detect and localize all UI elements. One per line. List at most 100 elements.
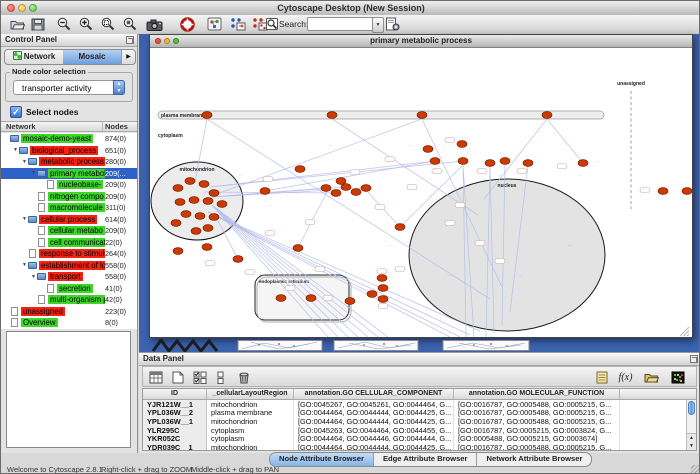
- new-attribute-icon[interactable]: [169, 369, 186, 385]
- float-panel-icon[interactable]: [126, 36, 134, 44]
- network-node[interactable]: [378, 296, 388, 303]
- network-node[interactable]: [185, 178, 195, 185]
- network-node[interactable]: [336, 178, 346, 185]
- network-node[interactable]: [276, 295, 286, 302]
- more-tabs-arrow-icon[interactable]: ▶: [121, 50, 135, 64]
- help-icon[interactable]: [178, 16, 196, 32]
- column-header[interactable]: ID: [143, 389, 207, 399]
- open-icon[interactable]: [8, 16, 26, 32]
- network-node[interactable]: [209, 214, 219, 221]
- network-node[interactable]: [500, 158, 510, 165]
- network-view-window[interactable]: primary metabolic process plasma membran…: [149, 34, 693, 338]
- select-attributes-icon[interactable]: [191, 369, 208, 385]
- tree-column-network[interactable]: Network: [1, 122, 102, 131]
- matrix-view-icon[interactable]: [669, 369, 686, 385]
- tree-row[interactable]: multi-organism pro42(0): [1, 294, 137, 306]
- zoom-out-icon[interactable]: [55, 16, 73, 32]
- table-row[interactable]: YDR039C__1mitochondrion[GO:0044464, GO:0…: [143, 443, 696, 451]
- unselect-attributes-icon[interactable]: [213, 369, 230, 385]
- network-node[interactable]: [233, 256, 243, 263]
- network-node[interactable]: [181, 211, 191, 218]
- network-node[interactable]: [345, 298, 355, 305]
- tree-expand-icon[interactable]: ▼: [21, 216, 28, 222]
- attribute-wizard-icon[interactable]: [383, 16, 401, 32]
- tree-expand-icon[interactable]: ▼: [30, 170, 37, 176]
- scrollbar-thumb[interactable]: [688, 401, 695, 415]
- network-node[interactable]: [306, 295, 316, 302]
- network-canvas[interactable]: plasma membranecytoplasmnucleusmitochond…: [150, 47, 692, 337]
- float-panel-icon[interactable]: [690, 355, 698, 363]
- color-attribute-select[interactable]: transporter activity ▲▼: [13, 80, 125, 95]
- tree-row[interactable]: nitrogen compo209(0): [1, 191, 137, 203]
- network-node[interactable]: [457, 141, 467, 148]
- table-row[interactable]: YPL036W__1mitochondrion[GO:0044464, GO:0…: [143, 417, 696, 426]
- tree-expand-icon[interactable]: ▼: [21, 159, 28, 165]
- network-node[interactable]: [523, 160, 533, 167]
- network-node[interactable]: [175, 199, 185, 206]
- network-node[interactable]: [203, 225, 213, 232]
- tab-network[interactable]: Network: [5, 50, 63, 64]
- tree-expand-icon[interactable]: ▼: [21, 262, 28, 268]
- tree-row[interactable]: ▼cellular process614(0): [1, 214, 137, 226]
- table-row[interactable]: YKR052Ccytoplasm[GO:0044464, GO:0044446,…: [143, 434, 696, 443]
- network-node[interactable]: [295, 166, 305, 173]
- zoom-in-icon[interactable]: [77, 16, 95, 32]
- network-node[interactable]: [260, 188, 270, 195]
- network-node[interactable]: [377, 275, 387, 282]
- network-node[interactable]: [417, 112, 427, 119]
- tree-row[interactable]: ▼metabolic process280(0): [1, 156, 137, 168]
- table-row[interactable]: YLR295Ccytoplasm[GO:0045263, GO:0044464,…: [143, 426, 696, 435]
- tree-expand-icon[interactable]: ▼: [30, 274, 37, 280]
- tree-row[interactable]: mosaic-demo-yeast874(0): [1, 133, 137, 145]
- tree-row[interactable]: ▼establishment of lo558(0): [1, 260, 137, 272]
- network-node[interactable]: [485, 160, 495, 167]
- network-node[interactable]: [191, 228, 201, 235]
- tree-row[interactable]: unassigned223(0): [1, 306, 137, 318]
- network-node[interactable]: [578, 160, 588, 167]
- notes-icon[interactable]: [593, 369, 610, 385]
- network-node[interactable]: [173, 248, 183, 255]
- column-header[interactable]: _cellularLayoutRegion: [207, 389, 294, 399]
- attribute-table-icon[interactable]: [147, 369, 164, 385]
- network-node[interactable]: [341, 184, 351, 191]
- tree-row[interactable]: ▼primary metabol209(...: [1, 168, 137, 180]
- tree-row[interactable]: ▼transport558(0): [1, 271, 137, 283]
- network-node[interactable]: [367, 291, 377, 298]
- network-node[interactable]: [217, 201, 227, 208]
- delete-attribute-icon[interactable]: [235, 369, 252, 385]
- network-node[interactable]: [173, 185, 183, 192]
- network-node[interactable]: [202, 244, 212, 251]
- column-header[interactable]: annotation.GO MOLECULAR_FUNCTION: [454, 389, 620, 399]
- network-node[interactable]: [542, 112, 552, 119]
- zoom-selected-icon[interactable]: [121, 16, 139, 32]
- tree-expand-icon[interactable]: ▼: [12, 147, 19, 153]
- tree-row[interactable]: response to stimulu264(0): [1, 248, 137, 260]
- save-icon[interactable]: [29, 16, 47, 32]
- table-scrollbar[interactable]: ▲▼: [686, 400, 696, 450]
- formula-icon[interactable]: f(x): [617, 369, 634, 385]
- tree-row[interactable]: secretion41(0): [1, 283, 137, 295]
- network-node[interactable]: [327, 112, 337, 119]
- view-resize-grip[interactable]: [687, 334, 689, 336]
- network-node[interactable]: [203, 198, 213, 205]
- network-node[interactable]: [209, 190, 219, 197]
- network-node[interactable]: [423, 146, 433, 153]
- network-node[interactable]: [189, 197, 199, 204]
- tree-row[interactable]: ▼biological_process651(0): [1, 145, 137, 157]
- network-node[interactable]: [378, 285, 388, 292]
- table-row[interactable]: YJR121W__1mitochondrion[GO:0045267, GO:0…: [143, 400, 696, 409]
- tab-mosaic[interactable]: Mosaic: [63, 50, 121, 64]
- tree-row[interactable]: macromolecule311(0): [1, 202, 137, 214]
- table-row[interactable]: YPL036W__2plasma membrane[GO:0044464, GO…: [143, 409, 696, 418]
- tree-row[interactable]: cell communicat22(0): [1, 237, 137, 249]
- network-node[interactable]: [682, 188, 692, 195]
- network-node[interactable]: [361, 185, 371, 192]
- column-header[interactable]: annotation.GO CELLULAR_COMPONENT: [294, 389, 454, 399]
- network-node[interactable]: [658, 188, 668, 195]
- resize-grip[interactable]: [691, 465, 700, 474]
- network-node[interactable]: [321, 185, 331, 192]
- network-node[interactable]: [199, 181, 209, 188]
- scrollbar-arrows-icon[interactable]: ▲▼: [687, 433, 696, 450]
- search-input[interactable]: [307, 17, 375, 31]
- network-node[interactable]: [331, 190, 341, 197]
